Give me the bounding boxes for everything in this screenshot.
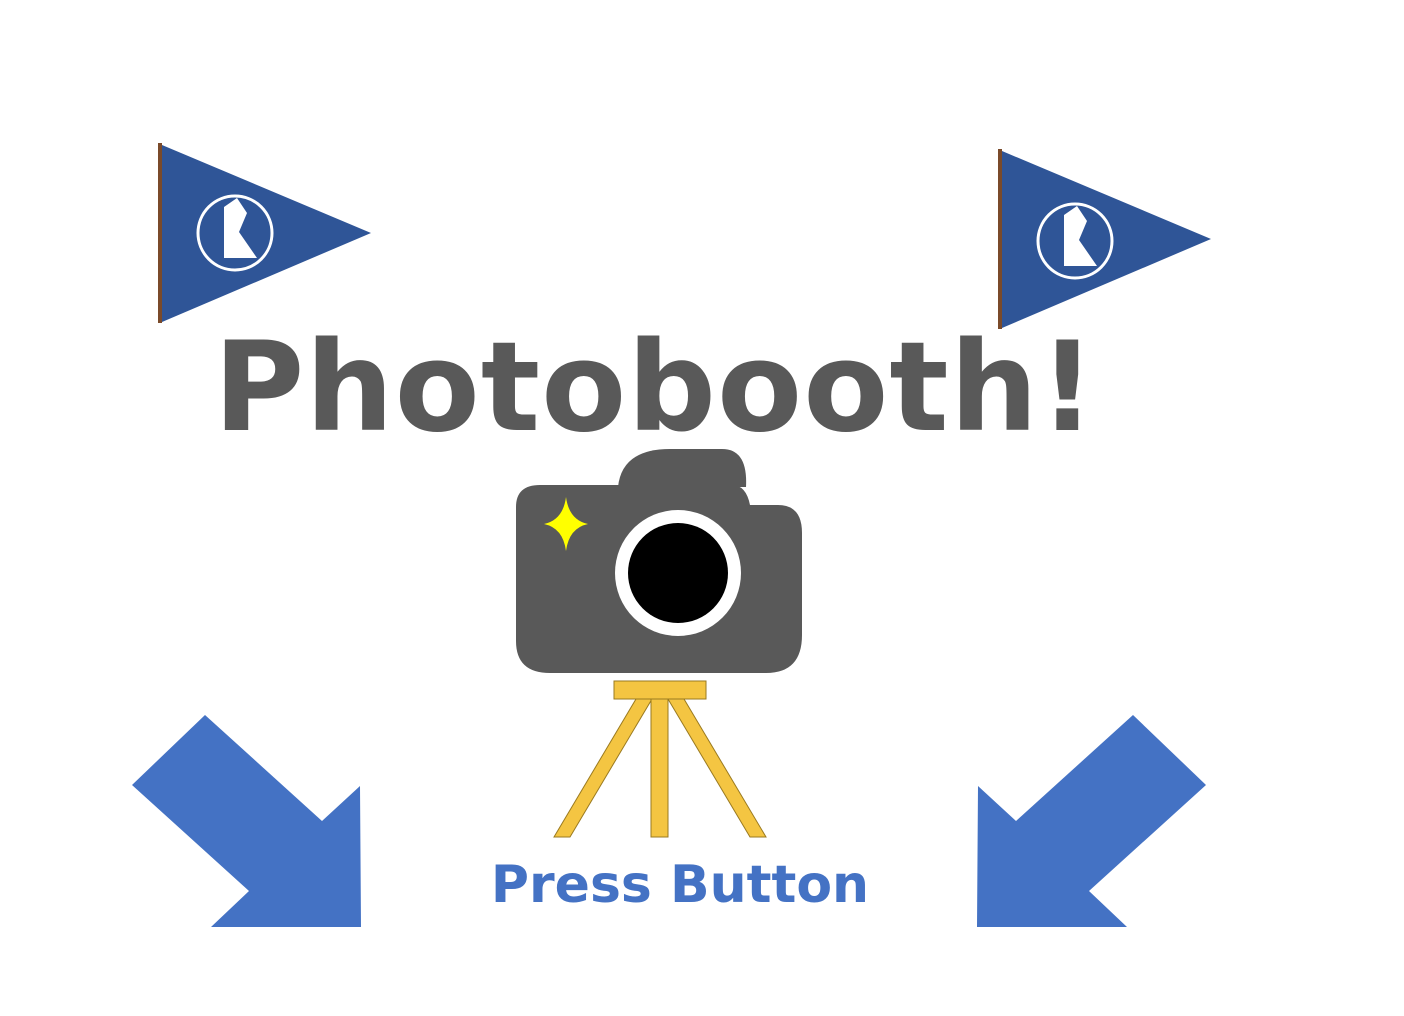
camera-icon	[516, 449, 802, 673]
right-pennant-flag-icon	[998, 149, 1211, 329]
camera-on-tripod-icon	[516, 449, 802, 838]
lens	[628, 523, 728, 623]
flag-pennant	[1002, 151, 1211, 328]
arrow-down-right-icon	[132, 715, 361, 927]
arrow-down-left-icon	[977, 715, 1206, 927]
flag-pole	[998, 149, 1002, 329]
left-pennant-flag-icon	[158, 143, 371, 323]
page-title: Photobooth!	[213, 316, 1097, 460]
flag-pennant	[162, 145, 371, 322]
press-button-label: Press Button	[490, 855, 870, 915]
flag-pole	[158, 143, 162, 323]
tripod-icon	[553, 680, 767, 838]
